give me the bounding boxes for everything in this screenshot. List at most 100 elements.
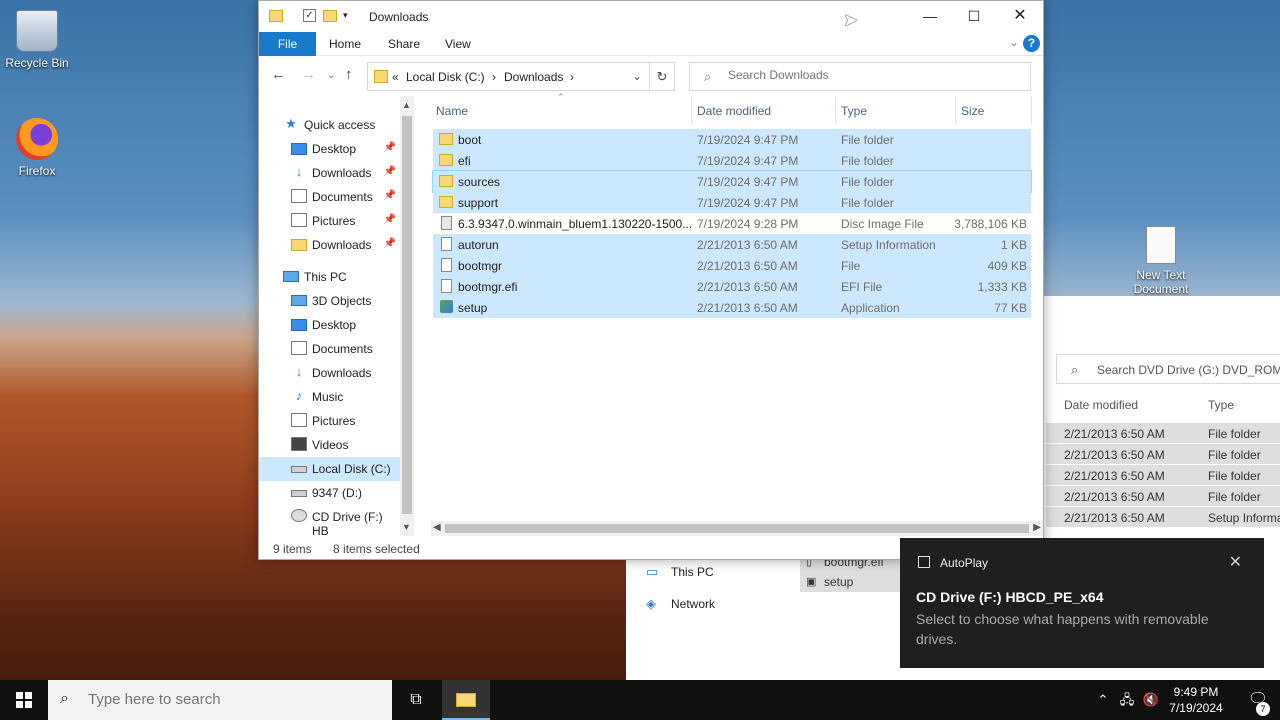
file-row[interactable]: bootmgr.efi 2/21/2013 6:50 AM EFI File 1… xyxy=(433,276,1031,297)
column-separator[interactable] xyxy=(691,96,692,124)
column-size[interactable]: Size xyxy=(961,104,984,118)
search-input[interactable] xyxy=(728,68,1018,82)
navigation-scrollbar[interactable]: ▲ ▼ xyxy=(400,96,414,536)
nav-quick-access[interactable]: ★ Quick access xyxy=(259,113,400,137)
taskbar-search-input[interactable] xyxy=(88,691,378,708)
scroll-left-icon[interactable]: ◀ xyxy=(433,522,441,533)
nav-quick-documents[interactable]: Documents 📌 xyxy=(259,185,400,209)
autoplay-notification[interactable]: AutoPlay ✕ CD Drive (F:) HBCD_PE_x64 Sel… xyxy=(900,538,1264,668)
nav-quick-downloads[interactable]: ↓ Downloads 📌 xyxy=(259,161,400,185)
file-row[interactable]: autorun 2/21/2013 6:50 AM Setup Informat… xyxy=(433,234,1031,255)
scroll-down-icon[interactable]: ▼ xyxy=(402,522,411,532)
tab-share[interactable]: Share xyxy=(388,32,420,56)
desktop-icon-firefox[interactable]: Firefox xyxy=(0,118,74,178)
taskbar-search[interactable]: ⌕ xyxy=(48,680,392,720)
nav-cd-drive-f[interactable]: CD Drive (F:) HB xyxy=(259,505,400,536)
scroll-right-icon[interactable]: ▶ xyxy=(1033,522,1041,533)
show-hidden-icons[interactable]: ⌃ xyxy=(1092,680,1114,720)
bg-nav-this-pc[interactable]: ▭ This PC xyxy=(646,564,714,579)
column-separator[interactable] xyxy=(1031,96,1032,124)
start-button[interactable] xyxy=(0,680,48,720)
column-name[interactable]: Name xyxy=(436,104,468,118)
bg-table-row[interactable]: 2/21/2013 6:50 AM File folder xyxy=(1046,423,1280,444)
breadcrumb-downloads[interactable]: Downloads xyxy=(504,70,563,84)
expand-ribbon-icon[interactable]: ⌄ xyxy=(1009,35,1019,49)
file-name: support xyxy=(458,196,499,210)
bg-table-row[interactable]: 2/21/2013 6:50 AM File folder xyxy=(1046,444,1280,465)
nav-videos[interactable]: Videos xyxy=(259,433,400,457)
tab-home[interactable]: Home xyxy=(329,32,361,56)
properties-icon[interactable]: ✓ xyxy=(303,9,316,22)
file-row[interactable]: sources 7/19/2024 9:47 PM File folder xyxy=(432,170,1032,193)
recent-locations-icon[interactable]: ⌄ xyxy=(327,70,335,81)
column-separator[interactable] xyxy=(955,96,956,124)
file-row[interactable]: setup 2/21/2013 6:50 AM Application 77 K… xyxy=(433,297,1031,318)
file-row[interactable]: support 7/19/2024 9:47 PM File folder xyxy=(433,192,1031,213)
nav-downloads[interactable]: ↓ Downloads xyxy=(259,361,400,385)
help-icon[interactable]: ? xyxy=(1023,35,1040,52)
maximize-button[interactable]: ☐ xyxy=(951,1,997,31)
column-separator[interactable] xyxy=(835,96,836,124)
nav-label: Downloads xyxy=(312,166,372,180)
back-arrow-icon[interactable]: ← xyxy=(271,66,286,83)
new-folder-icon[interactable] xyxy=(323,10,337,22)
tab-file[interactable]: File xyxy=(259,32,316,56)
address-dropdown-icon[interactable]: ⌄ xyxy=(632,69,642,83)
network-icon[interactable]: 🖧 xyxy=(1116,680,1138,720)
bg-col-date[interactable]: Date modified xyxy=(1064,398,1138,412)
file-type: Setup Information xyxy=(841,238,936,252)
nav-drive-d[interactable]: 9347 (D:) xyxy=(259,481,400,505)
address-bar[interactable]: « Local Disk (C:) › Downloads › ⌄ xyxy=(367,62,675,91)
tab-view[interactable]: View xyxy=(445,32,471,56)
search-box[interactable]: ⌕ xyxy=(689,62,1031,91)
task-view-button[interactable]: ⧉ xyxy=(392,680,440,720)
system-clock[interactable]: 9:49 PM 7/19/2024 xyxy=(1166,684,1226,716)
minimize-button[interactable]: — xyxy=(907,1,953,31)
breadcrumb-separator[interactable]: › xyxy=(570,70,574,84)
breadcrumb-overflow[interactable]: « xyxy=(392,70,399,84)
customize-toolbar-icon[interactable]: ▾ xyxy=(343,10,348,21)
nav-local-disk-c[interactable]: Local Disk (C:) xyxy=(259,457,400,481)
nav-pictures[interactable]: Pictures xyxy=(259,409,400,433)
taskbar-file-explorer[interactable] xyxy=(442,680,490,720)
column-type[interactable]: Type xyxy=(841,104,867,118)
bg-table-row[interactable]: 2/21/2013 6:50 AM Setup Informa xyxy=(1046,507,1280,528)
file-list-scrollbar[interactable]: ◀ ▶ xyxy=(431,521,1043,536)
bg-table-row[interactable]: 2/21/2013 6:50 AM File folder xyxy=(1046,465,1280,486)
nav-quick-pictures[interactable]: Pictures 📌 xyxy=(259,209,400,233)
bg-search-box[interactable]: ⌕ Search DVD Drive (G:) DVD_ROM xyxy=(1056,354,1280,384)
file-row[interactable]: 6.3.9347.0.winmain_bluem1.130220-1500...… xyxy=(433,213,1031,234)
breadcrumb-local-disk[interactable]: Local Disk (C:) xyxy=(406,70,485,84)
bg-table-row[interactable]: 2/21/2013 6:50 AM File folder xyxy=(1046,486,1280,507)
bg-col-type[interactable]: Type xyxy=(1208,398,1234,412)
nav-quick-downloads-folder[interactable]: Downloads 📌 xyxy=(259,233,400,257)
scroll-up-icon[interactable]: ▲ xyxy=(402,100,411,110)
action-center-button[interactable]: 🗨 7 xyxy=(1236,680,1280,720)
nav-documents[interactable]: Documents xyxy=(259,337,400,361)
bg-file-item[interactable]: ▣ setup xyxy=(800,572,910,592)
column-date-modified[interactable]: Date modified xyxy=(697,104,771,118)
scroll-thumb[interactable] xyxy=(402,116,412,514)
refresh-icon[interactable]: ↻ xyxy=(649,62,675,91)
scroll-thumb[interactable] xyxy=(445,524,1029,533)
bg-nav-network[interactable]: ◈ Network xyxy=(646,596,715,611)
bg-row-type: File folder xyxy=(1208,490,1261,504)
close-icon[interactable]: ✕ xyxy=(1229,552,1242,572)
desktop-icon-recycle-bin[interactable]: Recycle Bin xyxy=(0,10,74,70)
nav-quick-desktop[interactable]: Desktop 📌 xyxy=(259,137,400,161)
nav-music[interactable]: ♪ Music xyxy=(259,385,400,409)
volume-muted-icon[interactable]: 🔇 xyxy=(1140,680,1162,720)
up-arrow-icon[interactable]: ↑ xyxy=(345,66,353,83)
nav-3d-objects[interactable]: 3D Objects xyxy=(259,289,400,313)
file-row[interactable]: bootmgr 2/21/2013 6:50 AM File 409 KB xyxy=(433,255,1031,276)
nav-this-pc[interactable]: This PC xyxy=(259,265,400,289)
explorer-window[interactable]: ✓ ▾ Downloads — ☐ ✕ File Home Share View… xyxy=(258,0,1044,560)
close-button[interactable]: ✕ xyxy=(997,1,1043,31)
title-bar[interactable]: ✓ ▾ Downloads — ☐ ✕ xyxy=(259,1,1043,32)
nav-desktop[interactable]: Desktop xyxy=(259,313,400,337)
file-row[interactable]: efi 7/19/2024 9:47 PM File folder xyxy=(433,150,1031,171)
desktop-icon-new-text-document[interactable]: New Text Document xyxy=(1124,226,1198,296)
forward-arrow-icon[interactable]: → xyxy=(301,66,316,83)
breadcrumb-separator[interactable]: › xyxy=(492,70,496,84)
file-row[interactable]: boot 7/19/2024 9:47 PM File folder xyxy=(433,129,1031,150)
